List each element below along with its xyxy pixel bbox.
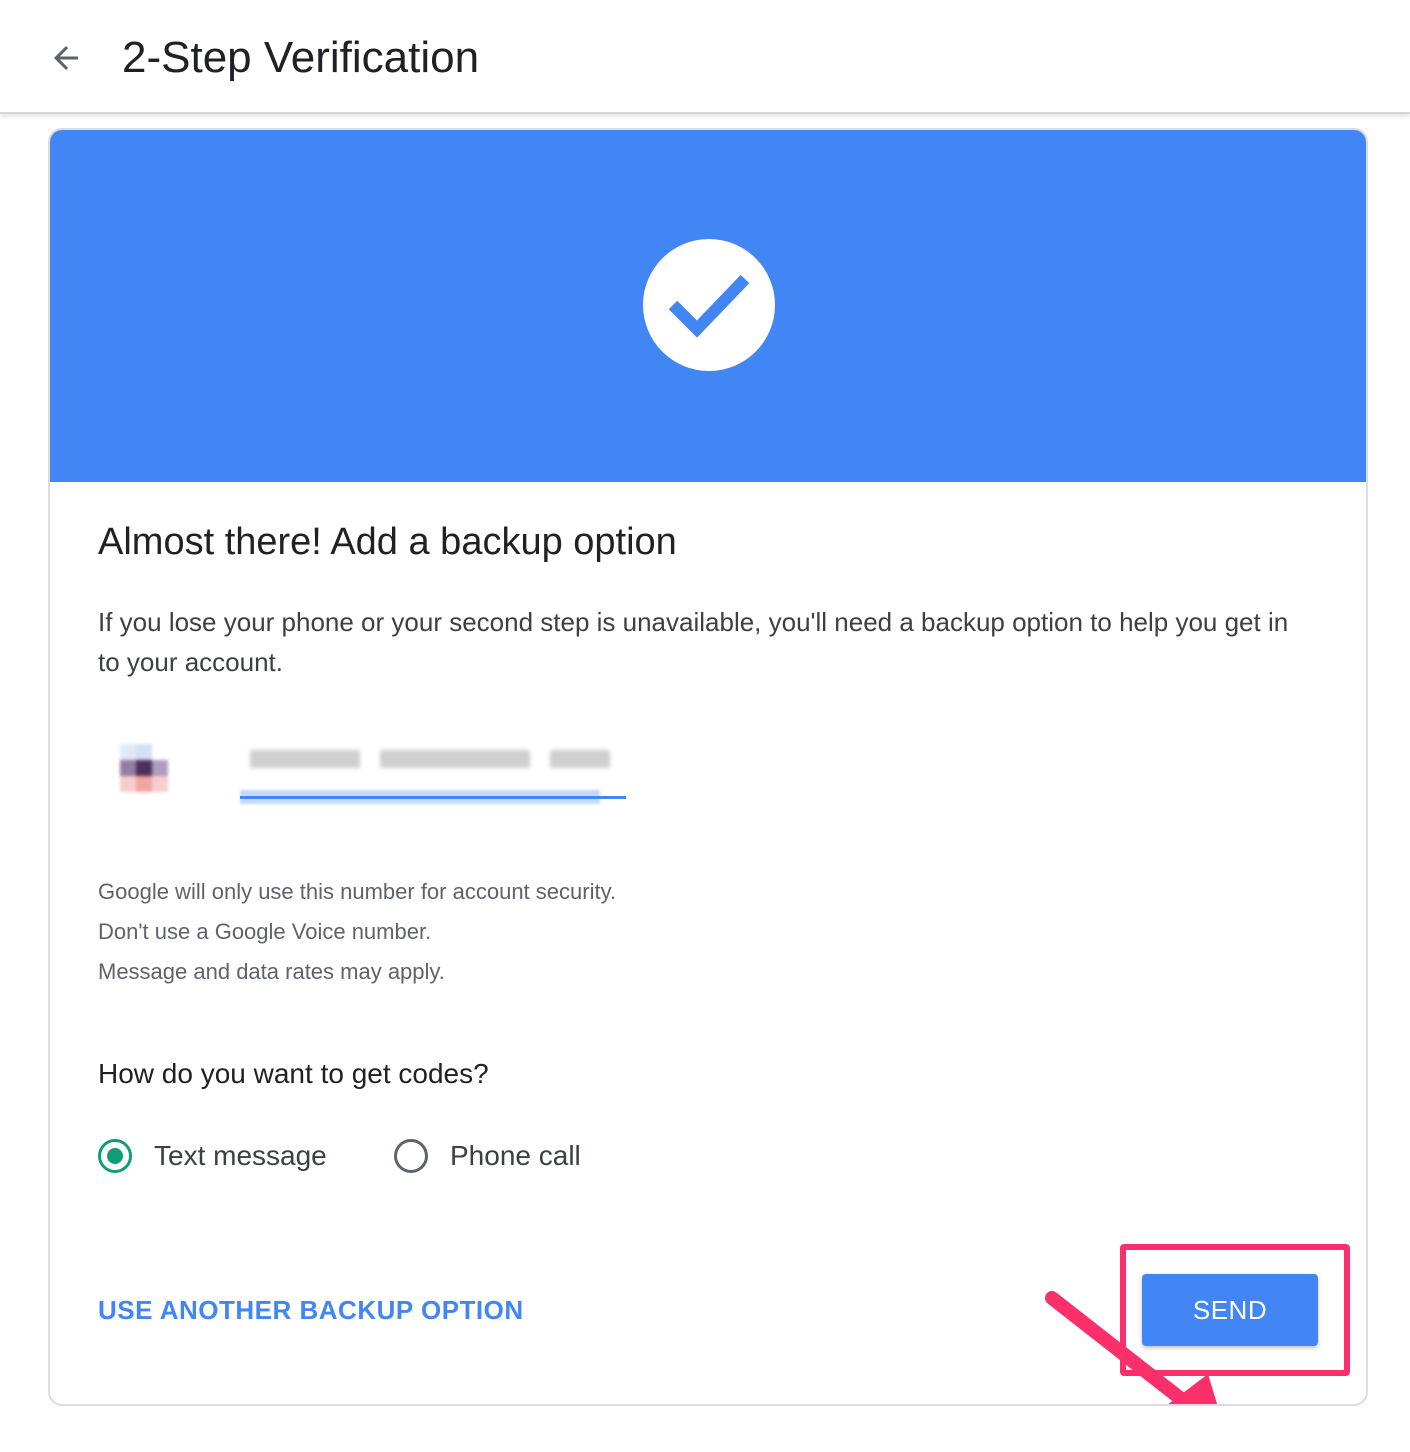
backup-option-card: Almost there! Add a backup option If you…	[48, 128, 1368, 1406]
radio-phone-call[interactable]: Phone call	[394, 1130, 581, 1182]
note-security: Google will only use this number for acc…	[98, 879, 617, 904]
arrow-left-icon	[54, 46, 78, 70]
country-flag-icon[interactable]	[110, 740, 180, 822]
radio-label-text-message: Text message	[154, 1140, 327, 1171]
note-google-voice: Don't use a Google Voice number.	[98, 919, 432, 944]
use-another-backup-option-link[interactable]: USE ANOTHER BACKUP OPTION	[98, 1292, 524, 1328]
card-title: Almost there! Add a backup option	[98, 521, 677, 563]
phone-number-input[interactable]	[240, 740, 626, 804]
phone-usage-notes: Google will only use this number for acc…	[98, 872, 616, 992]
radio-text-message[interactable]: Text message	[98, 1130, 327, 1182]
checkmark-circle-icon	[643, 239, 775, 371]
pointer-arrow-icon	[1045, 1291, 1218, 1404]
success-banner	[50, 130, 1366, 482]
note-rates: Message and data rates may apply.	[98, 959, 445, 984]
phone-number-row	[110, 740, 630, 830]
codes-question: How do you want to get codes?	[98, 1058, 489, 1089]
radio-button-checked[interactable]	[98, 1139, 132, 1173]
back-button[interactable]	[40, 32, 92, 84]
page-title: 2-Step Verification	[122, 33, 480, 82]
checkmark-icon	[668, 274, 750, 338]
card-description: If you lose your phone or your second st…	[98, 607, 1289, 677]
radio-button-unchecked[interactable]	[394, 1139, 428, 1173]
radio-label-phone-call: Phone call	[450, 1140, 581, 1171]
top-app-bar: 2-Step Verification	[0, 0, 1410, 114]
